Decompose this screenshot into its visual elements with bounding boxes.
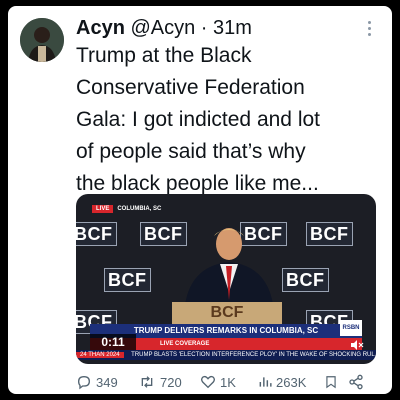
share-button[interactable] (348, 374, 372, 390)
views-icon (259, 377, 272, 387)
video-timer: 0:11 (90, 334, 136, 350)
like-count: 1K (220, 374, 236, 390)
news-ticker: 24 THAN 2024 TRUMP BLASTS 'ELECTION INTE… (76, 350, 376, 360)
author-handle[interactable]: @Acyn (130, 17, 195, 39)
reply-icon (77, 375, 91, 390)
podium-logo: BCF (210, 304, 244, 321)
more-icon[interactable] (360, 16, 378, 40)
tweet-text: Trump at the Black Conservative Federati… (76, 44, 320, 195)
ticker-text: TRUMP BLASTS 'ELECTION INTERFERENCE PLOY… (131, 352, 375, 358)
location-label: COLUMBIA, SC (117, 206, 162, 212)
video-player[interactable]: LIVE COLUMBIA, SC BCF BCF BCF BCF BCF BC… (76, 194, 376, 364)
reply-button[interactable]: 349 (76, 374, 138, 390)
speaker-figure (184, 228, 274, 312)
separator-dot: · (200, 17, 208, 39)
backdrop-logo: BCF (282, 268, 329, 292)
bookmark-button[interactable] (324, 374, 348, 390)
avatar[interactable] (20, 18, 64, 62)
reply-count: 349 (96, 374, 118, 390)
channel-logo: RSBN (340, 320, 362, 336)
like-button[interactable]: 1K (200, 374, 258, 390)
volume-icon[interactable] (350, 340, 364, 350)
tweet-header: Acyn @Acyn · 31m (76, 14, 364, 42)
repost-count: 720 (160, 374, 182, 390)
bookmark-icon (326, 376, 336, 389)
repost-button[interactable]: 720 (138, 374, 200, 390)
backdrop-logo: BCF (306, 222, 353, 246)
backdrop-logo: BCF (104, 268, 151, 292)
timestamp[interactable]: 31m (213, 17, 252, 39)
repost-icon (141, 376, 153, 388)
backdrop-logo: BCF (76, 222, 117, 246)
live-tag: LIVE COLUMBIA, SC (92, 204, 161, 214)
like-icon (201, 375, 215, 389)
live-label: LIVE (92, 205, 114, 213)
author-name[interactable]: Acyn (76, 17, 125, 39)
ticker-date: 24 THAN 2024 (76, 352, 124, 358)
views-count: 263K (276, 374, 307, 390)
share-icon (349, 374, 363, 390)
tweet-card[interactable]: Acyn @Acyn · 31m Trump at the Black Cons… (8, 6, 392, 394)
views-button[interactable]: 263K (258, 374, 324, 390)
action-bar: 349 720 1K 263K (76, 372, 376, 392)
